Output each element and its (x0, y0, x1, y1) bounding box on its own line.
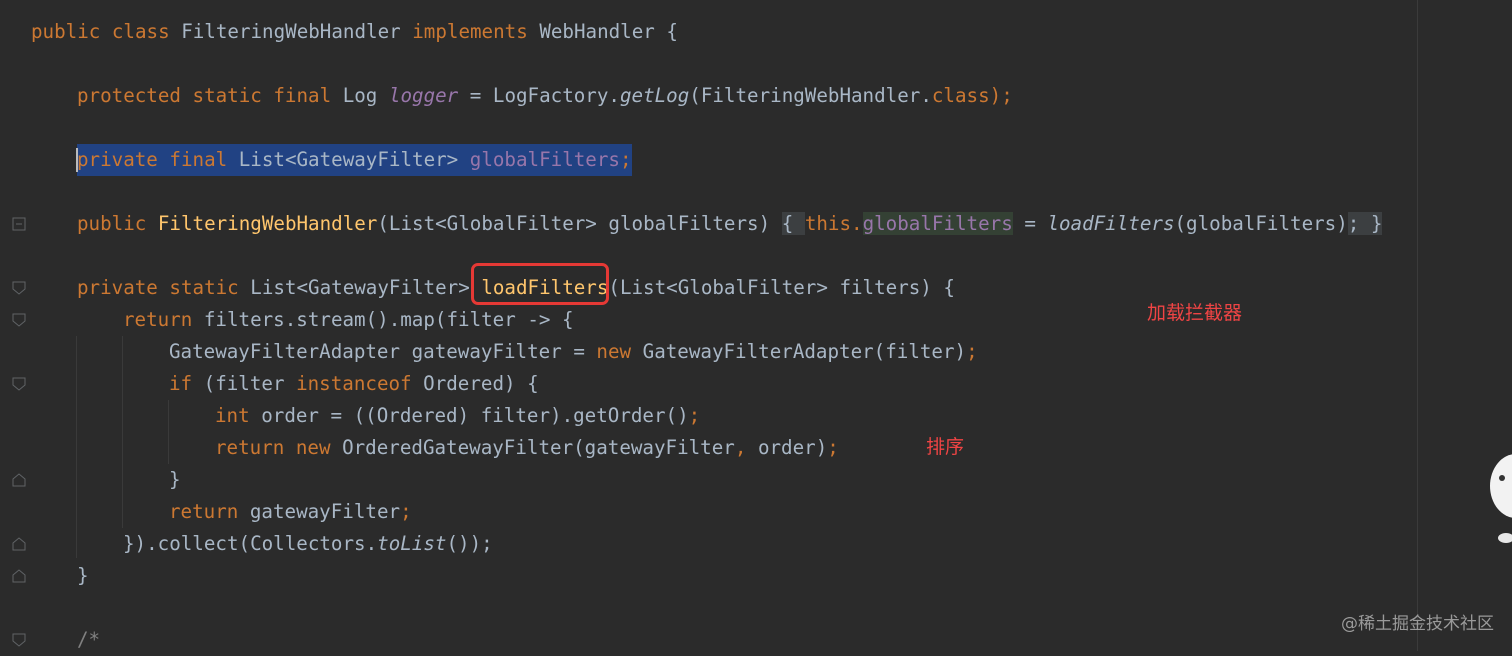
code-line-14[interactable]: } (77, 560, 89, 592)
method-name: FilteringWebHandler (157, 212, 378, 235)
code-text: = (1012, 212, 1048, 235)
indent-guide (168, 400, 169, 464)
code-text: (List<GlobalFilter> filters) { (608, 276, 955, 299)
indent-guide (76, 336, 77, 558)
mascot-icon (1488, 448, 1512, 548)
code-text: } (169, 468, 181, 491)
keyword: new (596, 340, 643, 363)
field-name: logger (388, 84, 459, 107)
keyword: private final (77, 148, 239, 171)
punctuation: , (734, 436, 758, 459)
method-name: getLog (619, 84, 690, 107)
punctuation: ; (619, 148, 632, 171)
code-text: order = ((Ordered) filter).getOrder() (261, 404, 689, 427)
fold-down-icon[interactable] (12, 633, 26, 647)
method-name: loadFilters (1047, 212, 1175, 235)
keyword: if (169, 372, 204, 395)
punctuation: ; (688, 404, 701, 427)
text-caret (76, 148, 78, 172)
punctuation: ); (989, 84, 1013, 107)
code-text: (FilteringWebHandler. (689, 84, 932, 107)
field-name: globalFilters (469, 148, 620, 171)
keyword: public (77, 212, 158, 235)
class-name: FilteringWebHandler (181, 20, 413, 43)
code-text: = LogFactory. (458, 84, 620, 107)
punctuation: ; (400, 500, 412, 523)
folded-brace[interactable]: { (781, 212, 805, 235)
code-text: Ordered) { (423, 372, 539, 395)
code-line-11[interactable]: } (169, 464, 181, 496)
code-text: }).collect(Collectors. (123, 532, 378, 555)
code-text: filters.stream().map(filter -> { (203, 308, 574, 331)
code-line-4[interactable]: public FilteringWebHandler(List<GlobalFi… (77, 208, 1383, 240)
keyword: protected static final (77, 84, 343, 107)
code-line-6[interactable]: return filters.stream().map(filter -> { (123, 304, 574, 336)
comment-text: /* (77, 628, 101, 651)
watermark: @稀土掘金技术社区 (1341, 614, 1494, 634)
type-name: List<GatewayFilter> (238, 148, 470, 171)
code-text: WebHandler { (539, 20, 678, 43)
keyword: class (931, 84, 990, 107)
code-line-15[interactable]: /* (77, 624, 100, 656)
keyword: this. (804, 212, 863, 235)
code-line-13[interactable]: }).collect(Collectors.toList()); (123, 528, 493, 560)
code-text: GatewayFilterAdapter(filter) (642, 340, 967, 363)
type-name: Log (342, 84, 389, 107)
code-text: } (77, 564, 89, 587)
code-text: (filter (203, 372, 297, 395)
code-text: order) (757, 436, 828, 459)
punctuation: ; (966, 340, 978, 363)
code-line-10[interactable]: return new OrderedGatewayFilter(gatewayF… (215, 432, 839, 464)
code-text: (globalFilters) (1174, 212, 1348, 235)
type-name: List<GatewayFilter> (250, 276, 482, 299)
code-line-2[interactable]: protected static final Log logger = LogF… (77, 80, 1013, 112)
keyword: implements (412, 20, 540, 43)
keyword: instanceof (296, 372, 424, 395)
keyword: private static (77, 276, 251, 299)
code-text: gatewayFilter (249, 500, 401, 523)
code-line-8[interactable]: if (filter instanceof Ordered) { (169, 368, 539, 400)
fold-down-icon[interactable] (12, 313, 26, 327)
right-margin-guide (1417, 0, 1418, 651)
fold-down-icon[interactable] (12, 377, 26, 391)
method-name: toList (377, 532, 447, 555)
field-name: globalFilters (862, 212, 1013, 235)
code-text: OrderedGatewayFilter(gatewayFilter (342, 436, 735, 459)
code-text: ()); (446, 532, 493, 555)
punctuation: ; (827, 436, 839, 459)
indent-guide (122, 336, 123, 528)
fold-up-icon[interactable] (12, 569, 26, 583)
fold-down-icon[interactable] (12, 281, 26, 295)
code-line-7[interactable]: GatewayFilterAdapter gatewayFilter = new… (169, 336, 978, 368)
keyword: public class (31, 20, 182, 43)
code-line-1[interactable]: public class FilteringWebHandler impleme… (31, 16, 678, 48)
code-line-3-selected[interactable]: private final List<GatewayFilter> global… (77, 144, 632, 176)
punctuation: ; (1347, 212, 1371, 235)
keyword: return (169, 500, 250, 523)
annotation-sorting: 排序 (926, 436, 965, 458)
fold-up-icon[interactable] (12, 537, 26, 551)
fold-up-icon[interactable] (12, 473, 26, 487)
folded-brace[interactable]: } (1370, 212, 1383, 235)
keyword: return (123, 308, 204, 331)
keyword: int (215, 404, 262, 427)
code-line-12[interactable]: return gatewayFilter; (169, 496, 412, 528)
fold-collapse-icon[interactable] (12, 217, 26, 231)
code-text: GatewayFilterAdapter gatewayFilter = (169, 340, 597, 363)
code-line-9[interactable]: int order = ((Ordered) filter).getOrder(… (215, 400, 700, 432)
keyword: return new (215, 436, 343, 459)
highlight-box (471, 263, 609, 305)
code-text: (List<GlobalFilter> globalFilters) (377, 212, 782, 235)
annotation-load-filters: 加载拦截器 (1147, 302, 1243, 324)
